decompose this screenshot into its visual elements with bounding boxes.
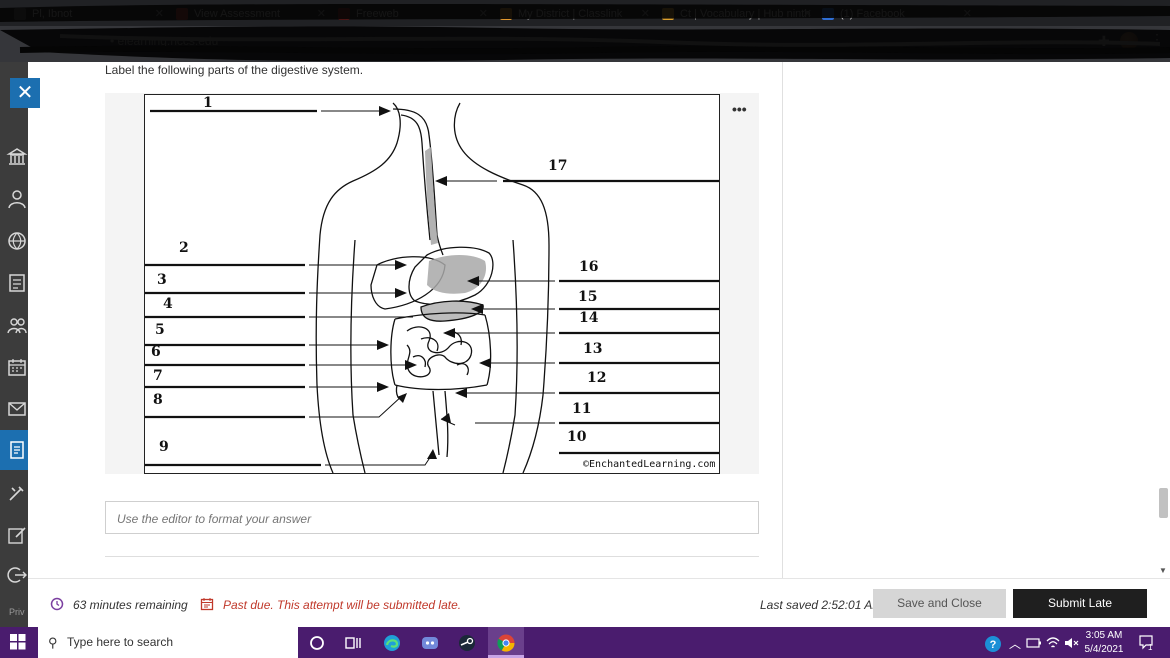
steam-icon[interactable] (457, 633, 477, 653)
tab-favicon-icon (662, 8, 674, 20)
diagram-label: 13 (583, 341, 603, 357)
svg-text:?: ? (990, 639, 997, 651)
clock-date: 5/4/2021 (1084, 644, 1124, 655)
taskbar-clock[interactable]: 3:05 AM 5/4/2021 (1082, 629, 1126, 657)
discord-icon[interactable] (420, 633, 440, 653)
clock-time: 3:05 AM (1085, 630, 1123, 641)
search-placeholder: Type here to search (67, 635, 174, 649)
digestive-system-diagram: 1 2 3 4 5 6 7 8 9 17 16 15 14 13 12 11 1… (144, 94, 720, 474)
tab-favicon-icon (14, 8, 26, 20)
browser-tab[interactable]: Freeweb ✕ (338, 4, 488, 24)
tab-title: (1) Facebook (840, 8, 905, 20)
save-and-close-button[interactable]: Save and Close (873, 589, 1006, 618)
diagram-label: 7 (153, 368, 163, 384)
calendar-icon[interactable] (6, 356, 28, 378)
tab-close-icon[interactable]: ✕ (803, 7, 812, 20)
screen: Pl, Ibnot ✕ View Assessment ✕ Freeweb ✕ … (0, 0, 1170, 658)
browser-menu-icon[interactable]: ⋮ (1150, 31, 1164, 48)
profile-avatar[interactable] (1120, 32, 1138, 50)
divider (105, 556, 759, 557)
scrollbar-thumb[interactable] (1159, 488, 1168, 518)
answer-editor[interactable]: Use the editor to format your answer (105, 501, 759, 534)
more-options-icon[interactable]: ••• (732, 101, 747, 117)
browser-tab[interactable]: Pl, Ibnot ✕ (14, 4, 164, 24)
edge-browser-icon[interactable] (382, 633, 402, 653)
chrome-icon[interactable] (496, 633, 516, 653)
extensions-puzzle-icon[interactable]: ✚ (1098, 33, 1110, 50)
browser-tab[interactable]: (1) Facebook ✕ (822, 4, 972, 24)
tab-close-icon[interactable]: ✕ (641, 7, 650, 20)
diagram-label: 9 (159, 439, 169, 455)
browser-tab[interactable]: View Assessment ✕ (176, 4, 326, 24)
diagram-copyright: ©EnchantedLearning.com (583, 459, 716, 470)
assessment-icon[interactable] (6, 439, 28, 461)
diagram-label: 10 (567, 429, 587, 445)
windows-start-icon[interactable] (10, 634, 26, 650)
tools-icon[interactable] (6, 482, 28, 504)
tab-close-icon[interactable]: ✕ (479, 7, 488, 20)
time-remaining: 63 minutes remaining (73, 598, 188, 612)
diagram-label: 14 (579, 310, 599, 326)
past-due-message: Past due. This attempt will be submitted… (223, 598, 462, 612)
edit-icon[interactable] (6, 524, 28, 546)
tab-favicon-icon (822, 8, 834, 20)
profile-icon[interactable] (6, 188, 28, 210)
taskbar-search-box[interactable]: ⚲ Type here to search (38, 627, 298, 658)
tab-title: View Assessment (194, 8, 281, 20)
browser-tab[interactable]: My District | Classlink ✕ (500, 4, 650, 24)
globe-icon[interactable] (6, 230, 28, 252)
diagram-label: 15 (578, 289, 598, 305)
answer-placeholder: Use the editor to format your answer (117, 512, 312, 526)
tab-close-icon[interactable]: ✕ (155, 7, 164, 20)
diagram-label: 5 (155, 322, 165, 338)
privacy-link[interactable]: Priv (9, 607, 25, 617)
tab-favicon-icon (500, 8, 512, 20)
mail-icon[interactable] (6, 398, 28, 420)
diagram-label: 12 (587, 370, 607, 386)
task-view-icon[interactable] (343, 633, 363, 653)
calendar-alert-icon (200, 598, 214, 611)
diagram-label: 2 (179, 240, 189, 256)
diagram-label: 1 (203, 95, 213, 111)
browser-tab[interactable]: Ct | Vocabulary | Hub ninth ✕ (662, 4, 812, 24)
last-saved-status: Last saved 2:52:01 AM (760, 598, 883, 612)
sign-out-icon[interactable] (6, 564, 28, 586)
tab-favicon-icon (176, 8, 188, 20)
volume-muted-icon[interactable] (1063, 636, 1079, 650)
diagram-label: 3 (157, 272, 167, 288)
groups-icon[interactable] (6, 314, 28, 336)
wifi-icon[interactable] (1045, 636, 1061, 650)
cortana-icon[interactable] (307, 633, 327, 653)
submit-late-button[interactable]: Submit Late (1013, 589, 1147, 618)
tab-close-icon[interactable]: ✕ (963, 7, 972, 20)
url-text[interactable]: • elearning.nccs.edu (110, 34, 218, 48)
scroll-down-arrow-icon[interactable]: ▼ (1159, 566, 1167, 575)
question-prompt: Label the following parts of the digesti… (105, 63, 364, 77)
calendar-list-icon[interactable] (6, 272, 28, 294)
tab-title: Freeweb (356, 8, 399, 20)
institution-icon[interactable] (6, 146, 28, 168)
diagram-label: 16 (579, 259, 599, 275)
diagram-label: 17 (548, 158, 568, 174)
tab-title: Pl, Ibnot (32, 8, 73, 20)
diagram-label: 4 (163, 296, 173, 312)
search-icon: ⚲ (48, 635, 58, 650)
help-icon[interactable]: ? (984, 635, 1002, 653)
notification-count-badge: 1 (1148, 643, 1153, 652)
close-icon[interactable]: ✕ (10, 78, 40, 108)
browser-tab-strip: Pl, Ibnot ✕ View Assessment ✕ Freeweb ✕ … (0, 0, 1170, 26)
tab-title: Ct | Vocabulary | Hub ninth (680, 8, 811, 20)
diagram-label: 6 (151, 344, 161, 360)
tab-favicon-icon (338, 8, 350, 20)
show-hidden-icons-icon[interactable]: ︿ (1009, 635, 1021, 652)
timer-icon (50, 597, 64, 611)
tab-title: My District | Classlink (518, 8, 623, 20)
diagram-label: 11 (572, 401, 592, 417)
tab-close-icon[interactable]: ✕ (317, 7, 326, 20)
battery-icon[interactable] (1026, 636, 1042, 650)
column-divider (782, 62, 783, 578)
diagram-label: 8 (153, 392, 163, 408)
